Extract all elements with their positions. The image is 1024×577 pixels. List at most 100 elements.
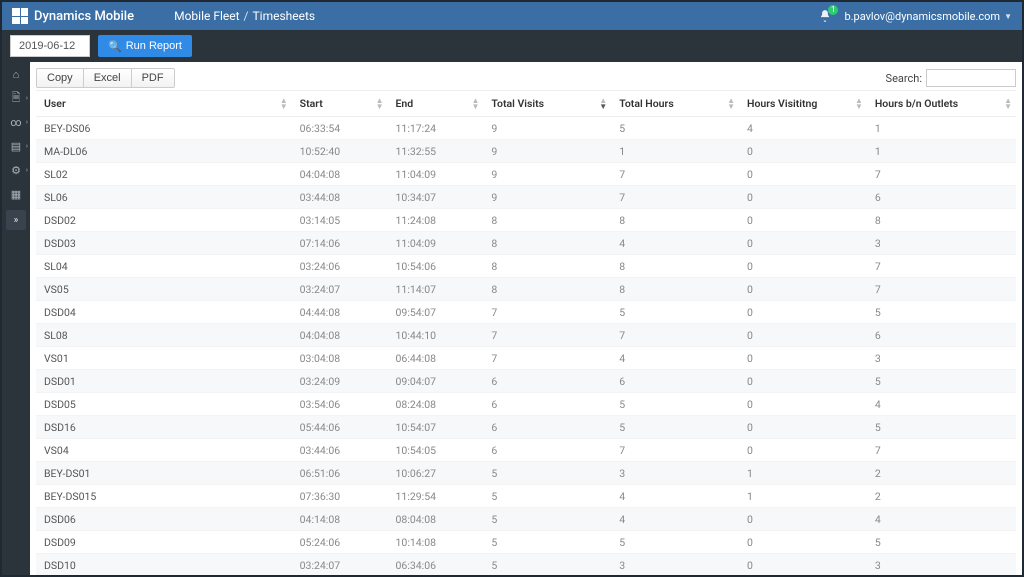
table-row[interactable]: BEY-DS0106:51:0610:06:275312 — [36, 462, 1016, 485]
cell-user: SL08 — [36, 324, 292, 347]
cell-hours_visiting: 0 — [739, 347, 867, 370]
table-row[interactable]: BEY-DS01507:36:3011:29:545412 — [36, 485, 1016, 508]
cell-total_hours: 5 — [611, 301, 739, 324]
cell-hours_bn: 6 — [867, 324, 1016, 347]
export-copy-button[interactable]: Copy — [37, 69, 84, 87]
search-icon: 🔍 — [108, 40, 122, 53]
breadcrumb-area[interactable]: Mobile Fleet — [174, 9, 239, 23]
chevron-right-icon: › — [26, 118, 28, 126]
table-row[interactable]: MA-DL0610:52:4011:32:559101 — [36, 140, 1016, 163]
cell-end: 10:14:08 — [388, 531, 484, 554]
breadcrumb-separator: / — [244, 9, 249, 23]
cell-start: 03:24:07 — [292, 554, 388, 576]
table-row[interactable]: DSD0307:14:0611:04:098403 — [36, 232, 1016, 255]
run-report-label: Run Report — [126, 40, 182, 52]
sidebar-item-home[interactable]: ⌂ — [2, 62, 30, 86]
user-menu[interactable]: b.pavlov@dynamicsmobile.com ▼ — [844, 10, 1012, 23]
cell-total_visits: 7 — [483, 347, 611, 370]
cell-start: 03:54:06 — [292, 393, 388, 416]
sidebar-item-link[interactable]: ∞› — [2, 110, 30, 134]
col-header-hours-bn-outlets[interactable]: Hours b/n Outlets▲▼ — [867, 91, 1016, 117]
cell-hours_bn: 4 — [867, 508, 1016, 531]
cell-hours_bn: 5 — [867, 416, 1016, 439]
cell-hours_visiting: 0 — [739, 163, 867, 186]
cell-user: BEY-DS015 — [36, 485, 292, 508]
date-input[interactable] — [10, 35, 90, 57]
notifications-badge: 1 — [828, 5, 839, 15]
cell-hours_bn: 7 — [867, 255, 1016, 278]
table-row[interactable]: BEY-DS0606:33:5411:17:249541 — [36, 117, 1016, 140]
cell-user: DSD03 — [36, 232, 292, 255]
cell-hours_visiting: 0 — [739, 416, 867, 439]
cell-total_visits: 5 — [483, 508, 611, 531]
sidebar-item-grid[interactable]: ▦ — [2, 182, 30, 206]
cell-total_hours: 8 — [611, 278, 739, 301]
cell-total_visits: 8 — [483, 278, 611, 301]
table-row[interactable]: SL0603:44:0810:34:079706 — [36, 186, 1016, 209]
cell-end: 11:14:07 — [388, 278, 484, 301]
cell-total_hours: 6 — [611, 370, 739, 393]
table-row[interactable]: VS0103:04:0806:44:087403 — [36, 347, 1016, 370]
table-row[interactable]: VS0503:24:0711:14:078807 — [36, 278, 1016, 301]
table-row[interactable]: SL0403:24:0610:54:068807 — [36, 255, 1016, 278]
cell-end: 11:29:54 — [388, 485, 484, 508]
run-report-button[interactable]: 🔍 Run Report — [98, 35, 192, 57]
table-row[interactable]: DSD1605:44:0610:54:076505 — [36, 416, 1016, 439]
table-row[interactable]: SL0804:04:0810:44:107706 — [36, 324, 1016, 347]
cell-start: 10:52:40 — [292, 140, 388, 163]
table-row[interactable]: DSD0203:14:0511:24:088808 — [36, 209, 1016, 232]
col-header-total-hours[interactable]: Total Hours▲▼ — [611, 91, 739, 117]
export-excel-button[interactable]: Excel — [84, 69, 132, 87]
cell-start: 03:14:05 — [292, 209, 388, 232]
col-header-total-visits[interactable]: Total Visits▲▼ — [483, 91, 611, 117]
cell-hours_visiting: 0 — [739, 554, 867, 576]
sidebar-expand-button[interactable]: » — [6, 210, 26, 230]
cell-hours_visiting: 0 — [739, 531, 867, 554]
cell-user: DSD02 — [36, 209, 292, 232]
cell-start: 03:44:06 — [292, 439, 388, 462]
cell-end: 08:24:08 — [388, 393, 484, 416]
cell-hours_bn: 7 — [867, 439, 1016, 462]
sidebar-item-db[interactable]: ▤› — [2, 134, 30, 158]
cell-end: 11:24:08 — [388, 209, 484, 232]
cell-user: DSD06 — [36, 508, 292, 531]
cell-total_hours: 5 — [611, 416, 739, 439]
cell-user: SL06 — [36, 186, 292, 209]
col-header-start[interactable]: Start▲▼ — [292, 91, 388, 117]
cell-hours_visiting: 0 — [739, 370, 867, 393]
export-pdf-button[interactable]: PDF — [132, 69, 174, 87]
cell-hours_bn: 3 — [867, 232, 1016, 255]
table-row[interactable]: DSD0503:54:0608:24:086504 — [36, 393, 1016, 416]
cell-user: DSD10 — [36, 554, 292, 576]
cell-start: 03:24:09 — [292, 370, 388, 393]
col-header-end[interactable]: End▲▼ — [388, 91, 484, 117]
cell-total_visits: 8 — [483, 232, 611, 255]
col-header-user[interactable]: User▲▼ — [36, 91, 292, 117]
cell-hours_bn: 5 — [867, 370, 1016, 393]
cell-user: VS01 — [36, 347, 292, 370]
cell-user: VS05 — [36, 278, 292, 301]
cell-hours_visiting: 4 — [739, 117, 867, 140]
cell-user: DSD09 — [36, 531, 292, 554]
notifications-icon[interactable]: 1 — [818, 9, 832, 23]
cell-user: DSD16 — [36, 416, 292, 439]
cell-total_hours: 4 — [611, 347, 739, 370]
cell-total_visits: 5 — [483, 531, 611, 554]
export-button-group: Copy Excel PDF — [36, 68, 175, 88]
table-row[interactable]: DSD0905:24:0610:14:085505 — [36, 531, 1016, 554]
table-row[interactable]: DSD1003:24:0706:34:065303 — [36, 554, 1016, 576]
cell-total_visits: 6 — [483, 370, 611, 393]
sidebar-item-file[interactable]: 🗎› — [2, 86, 30, 110]
sidebar-item-gear[interactable]: ⚙› — [2, 158, 30, 182]
table-row[interactable]: DSD0404:44:0809:54:077505 — [36, 301, 1016, 324]
table-row[interactable]: VS0403:44:0610:54:056707 — [36, 439, 1016, 462]
search-input[interactable] — [926, 69, 1016, 87]
table-row[interactable]: DSD0103:24:0909:04:076605 — [36, 370, 1016, 393]
cell-end: 09:54:07 — [388, 301, 484, 324]
cell-hours_bn: 5 — [867, 301, 1016, 324]
breadcrumb-page[interactable]: Timesheets — [252, 9, 315, 23]
table-row[interactable]: DSD0604:14:0808:04:085404 — [36, 508, 1016, 531]
cell-end: 11:04:09 — [388, 232, 484, 255]
table-row[interactable]: SL0204:04:0811:04:099707 — [36, 163, 1016, 186]
col-header-hours-visiting[interactable]: Hours Visititng▲▼ — [739, 91, 867, 117]
